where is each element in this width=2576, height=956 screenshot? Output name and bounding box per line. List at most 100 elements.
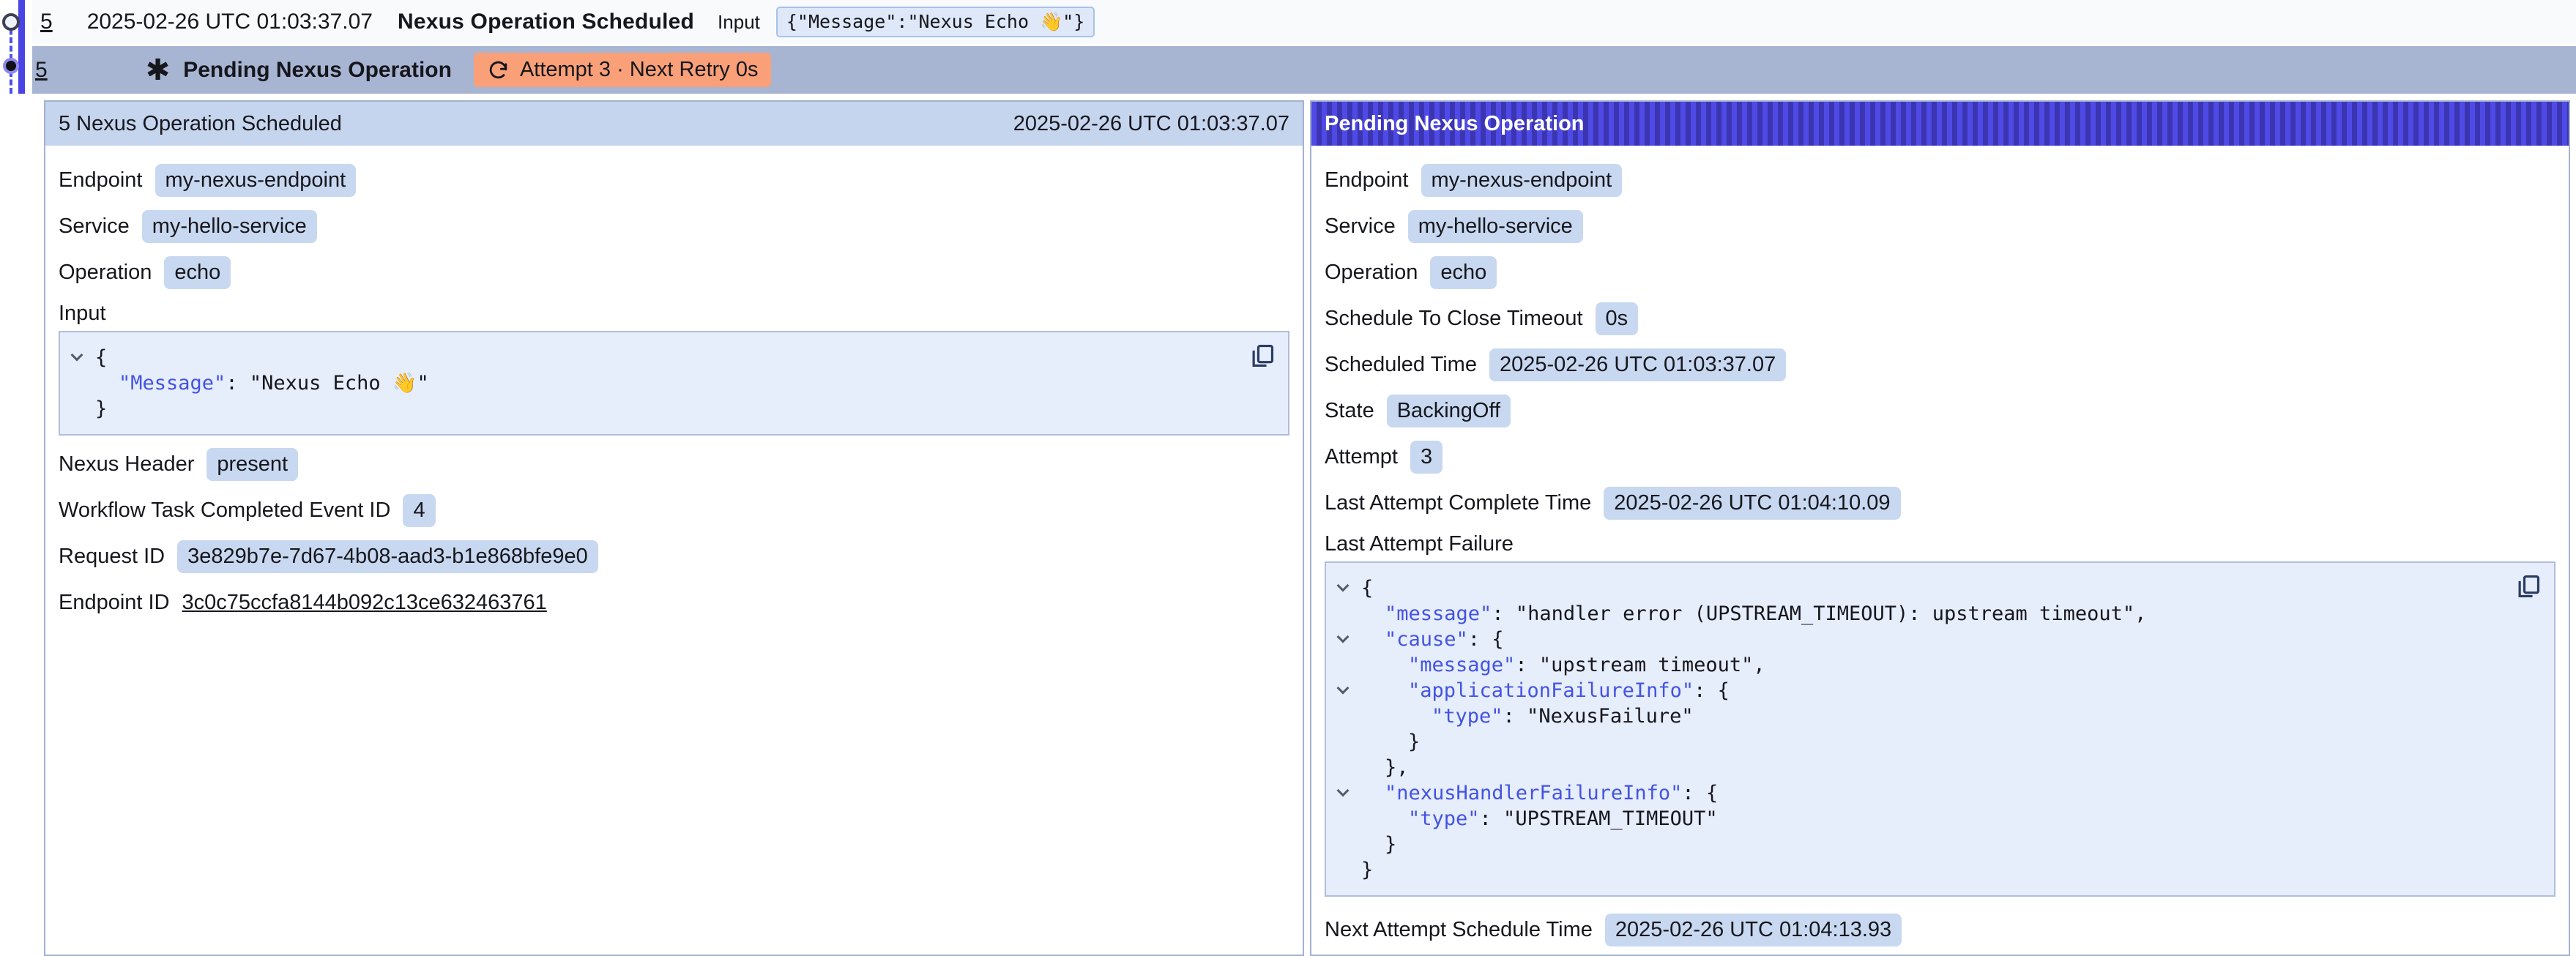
- timeline-dashed-line: [10, 20, 12, 94]
- json-key: "type": [1432, 705, 1503, 728]
- field-label: Operation: [59, 261, 152, 285]
- next-attempt-field: Next Attempt Schedule Time 2025-02-26 UT…: [1325, 907, 2555, 953]
- json-line: "type": "UPSTREAM_TIMEOUT": [1326, 806, 2503, 832]
- field-row: Schedule To Close Timeout 0s: [1325, 296, 2555, 342]
- left-panel-title: 5 Nexus Operation Scheduled: [59, 112, 342, 136]
- left-fields-after: Nexus Header present Workflow Task Complet…: [59, 441, 1289, 580]
- panel-pending-nexus-operation: Pending Nexus Operation Endpoint my-nexus…: [1310, 100, 2570, 956]
- json-key: "cause": [1385, 628, 1468, 651]
- json-key: "applicationFailureInfo": [1408, 679, 1694, 702]
- right-fields: Endpoint my-nexus-endpoint Service my-hello…: [1325, 157, 2555, 526]
- left-panel-timestamp: 2025-02-26 UTC 01:03:37.07: [1013, 112, 1289, 136]
- failure-json-viewer: {"message": "handler error (UPSTREAM_TIM…: [1325, 561, 2555, 897]
- field-label: Schedule To Close Timeout: [1325, 307, 1583, 331]
- field-row: Scheduled Time2025-02-26 UTC 01:03:37.07: [1325, 342, 2555, 388]
- field-value-badge: 0s: [1596, 302, 1639, 335]
- json-line: }: [60, 396, 1237, 422]
- event-title: Nexus Operation Scheduled: [398, 10, 694, 34]
- json-line: "type": "NexusFailure": [1326, 703, 2503, 729]
- json-line: }: [1326, 857, 2503, 883]
- timeline-rail: [0, 0, 32, 97]
- timeline-marker-selected-icon[interactable]: [3, 58, 19, 74]
- json-key: "Message": [119, 372, 226, 395]
- collapse-chevron-icon[interactable]: [71, 349, 83, 362]
- json-line: "Message": "Nexus Echo 👋": [60, 370, 1237, 396]
- panel-nexus-operation-scheduled: 5 Nexus Operation Scheduled 2025-02-26 U…: [44, 100, 1304, 956]
- field-label: Nexus Header: [59, 452, 194, 477]
- field-row: Operation echo: [1325, 250, 2555, 296]
- copy-button[interactable]: [2513, 572, 2544, 602]
- json-line: "cause": {: [1326, 627, 2503, 652]
- field-value-badge: 4: [403, 494, 435, 526]
- timeline-marker-open-icon[interactable]: [2, 13, 20, 31]
- field-row: Operation echo: [59, 250, 1289, 296]
- field-value-badge: echo: [1430, 256, 1497, 288]
- field-row: Servicemy-hello-service: [59, 203, 1289, 250]
- field-label: Service: [59, 214, 130, 239]
- right-panel-header: Pending Nexus Operation: [1311, 102, 2569, 146]
- field-label: Service: [1325, 214, 1396, 239]
- event-id-link[interactable]: 5: [40, 10, 53, 34]
- pending-id-link[interactable]: 5: [35, 58, 48, 83]
- field-label: Scheduled Time: [1325, 353, 1477, 377]
- retry-refresh-icon: [487, 59, 510, 81]
- json-line: "applicationFailureInfo": {: [1326, 678, 2503, 703]
- json-key: "type": [1408, 807, 1480, 830]
- field-row: Attempt 3: [1325, 434, 2555, 480]
- field-row: Workflow Task Completed Event ID 4: [59, 488, 1289, 534]
- field-value-badge: 3: [1410, 441, 1443, 473]
- input-json-viewer: {"Message": "Nexus Echo 👋"}: [59, 331, 1289, 436]
- field-label: Request ID: [59, 545, 165, 569]
- event-row-scheduled[interactable]: 5 2025-02-26 UTC 01:03:37.07 Nexus Opera…: [32, 0, 2576, 46]
- field-label: Endpoint ID: [59, 591, 170, 615]
- retry-status-text: Attempt 3 · Next Retry 0s: [520, 58, 759, 82]
- field-value-badge: 2025-02-26 UTC 01:04:10.09: [1604, 487, 1900, 519]
- timeline-accent-bar: [18, 0, 25, 94]
- json-line: }: [1326, 832, 2503, 857]
- field-row: Endpointmy-nexus-endpoint: [59, 157, 1289, 203]
- retry-status-badge: Attempt 3 · Next Retry 0s: [474, 53, 772, 87]
- json-key: "nexusHandlerFailureInfo": [1385, 782, 1682, 804]
- field-row: Last Attempt Complete Time 2025-02-26 UTC…: [1325, 480, 2555, 526]
- field-row: Request ID 3e829b7e-7d67-4b08-aad3-b1e868…: [59, 534, 1289, 580]
- field-value-badge: 3e829b7e-7d67-4b08-aad3-b1e868bfe9e0: [177, 540, 598, 572]
- json-line: {: [1326, 575, 2503, 601]
- field-value-badge: BackingOff: [1387, 395, 1511, 427]
- collapse-chevron-icon[interactable]: [1337, 580, 1350, 592]
- field-label: Attempt: [1325, 445, 1398, 469]
- field-value-badge: my-nexus-endpoint: [155, 164, 357, 196]
- event-timestamp: 2025-02-26 UTC 01:03:37.07: [87, 10, 373, 34]
- field-value-badge: my-nexus-endpoint: [1421, 164, 1623, 196]
- endpoint-id-field: Endpoint ID 3c0c75ccfa8144b092c13ce63246…: [59, 580, 1289, 626]
- field-value-badge: 2025-02-26 UTC 01:04:13.93: [1605, 914, 1902, 946]
- event-input-preview-badge: {"Message":"Nexus Echo 👋"}: [776, 7, 1095, 37]
- left-fields: Endpointmy-nexus-endpointServicemy-hello…: [59, 157, 1289, 296]
- collapse-chevron-icon[interactable]: [1337, 785, 1350, 797]
- json-line: "message": "upstream timeout",: [1326, 652, 2503, 678]
- field-label: Next Attempt Schedule Time: [1325, 918, 1593, 942]
- event-row-pending-selected[interactable]: 5 ✱ Pending Nexus Operation Attempt 3 · …: [32, 46, 2576, 94]
- field-label: Operation: [1325, 261, 1418, 285]
- copy-button[interactable]: [1247, 341, 1278, 372]
- field-label: Last Attempt Complete Time: [1325, 491, 1591, 515]
- collapse-chevron-icon[interactable]: [1337, 682, 1350, 695]
- right-panel-title: Pending Nexus Operation: [1325, 112, 1585, 136]
- field-row: Nexus Header present: [59, 441, 1289, 488]
- field-value-badge: echo: [164, 256, 231, 288]
- collapse-chevron-icon[interactable]: [1337, 631, 1350, 643]
- field-label: Workflow Task Completed Event ID: [59, 498, 390, 523]
- field-value-badge: present: [206, 448, 298, 480]
- field-label: Endpoint: [1325, 168, 1409, 193]
- json-line: },: [1326, 755, 2503, 780]
- json-key: "message": [1385, 602, 1492, 625]
- json-key: "message": [1408, 654, 1515, 676]
- endpoint-id-link[interactable]: 3c0c75ccfa8144b092c13ce632463761: [182, 591, 547, 615]
- json-line: "message": "handler error (UPSTREAM_TIME…: [1326, 601, 2503, 627]
- field-label: State: [1325, 399, 1374, 423]
- field-row: State BackingOff: [1325, 388, 2555, 434]
- json-line: {: [60, 345, 1237, 370]
- field-row: Service my-hello-service: [1325, 203, 2555, 250]
- json-line: }: [1326, 729, 2503, 755]
- field-value-badge: my-hello-service: [1408, 210, 1583, 242]
- field-row: Endpoint my-nexus-endpoint: [1325, 157, 2555, 203]
